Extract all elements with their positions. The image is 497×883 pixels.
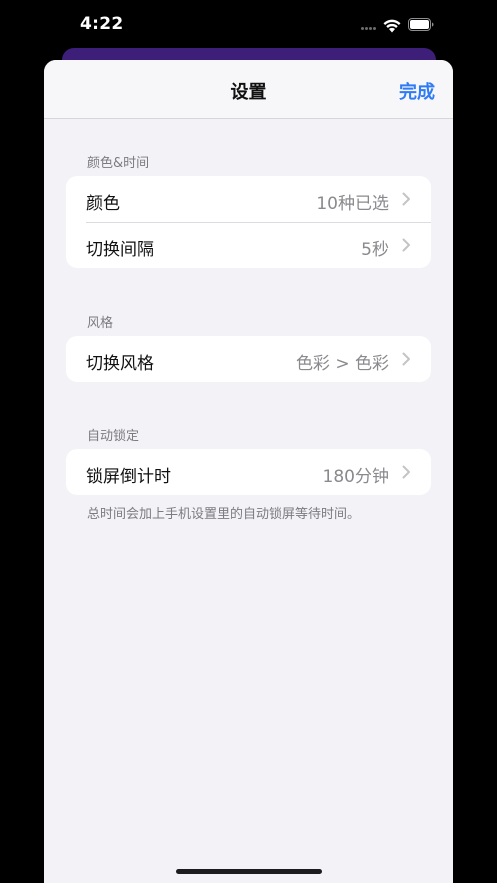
row-value: 180分钟	[322, 467, 389, 487]
group-auto-lock: 锁屏倒计时 180分钟	[66, 449, 431, 495]
section-header-auto-lock: 自动锁定	[87, 429, 140, 444]
chevron-right-icon	[402, 238, 410, 252]
status-bar: 4:22	[0, 0, 497, 50]
row-switch-interval[interactable]: 切换间隔 5秒	[66, 222, 431, 268]
row-label: 切换风格	[86, 354, 154, 374]
battery-icon	[408, 18, 434, 31]
row-value: 色彩 > 色彩	[295, 354, 389, 374]
row-value: 5秒	[361, 240, 389, 260]
group-style: 切换风格 色彩 > 色彩	[66, 336, 431, 382]
section-header-style: 风格	[87, 316, 114, 331]
home-indicator[interactable]	[176, 869, 322, 874]
wifi-icon	[383, 19, 401, 33]
status-time: 4:22	[80, 14, 124, 34]
row-label: 切换间隔	[86, 240, 154, 260]
done-button[interactable]: 完成	[399, 78, 435, 104]
chevron-right-icon	[402, 465, 410, 479]
row-color[interactable]: 颜色 10种已选	[66, 176, 431, 222]
cellular-signal-icon	[361, 27, 379, 31]
screen: 4:22 设置 完成 颜色&时间 颜色 10种已选 切换间隔 5秒 风格 切换风…	[0, 0, 497, 883]
navigation-bar: 设置 完成	[44, 60, 453, 119]
section-header-color-time: 颜色&时间	[87, 156, 150, 171]
settings-sheet: 设置 完成 颜色&时间 颜色 10种已选 切换间隔 5秒 风格 切换风格 色彩 …	[44, 60, 453, 883]
row-value: 10种已选	[316, 194, 389, 214]
row-switch-style[interactable]: 切换风格 色彩 > 色彩	[66, 336, 431, 382]
row-lock-countdown[interactable]: 锁屏倒计时 180分钟	[66, 449, 431, 495]
chevron-right-icon	[402, 192, 410, 206]
row-label: 颜色	[86, 194, 120, 214]
page-title: 设置	[230, 82, 267, 103]
chevron-right-icon	[402, 352, 410, 366]
section-footer-auto-lock: 总时间会加上手机设置里的自动锁屏等待时间。	[87, 507, 361, 522]
group-color-time: 颜色 10种已选 切换间隔 5秒	[66, 176, 431, 268]
row-label: 锁屏倒计时	[86, 467, 171, 487]
